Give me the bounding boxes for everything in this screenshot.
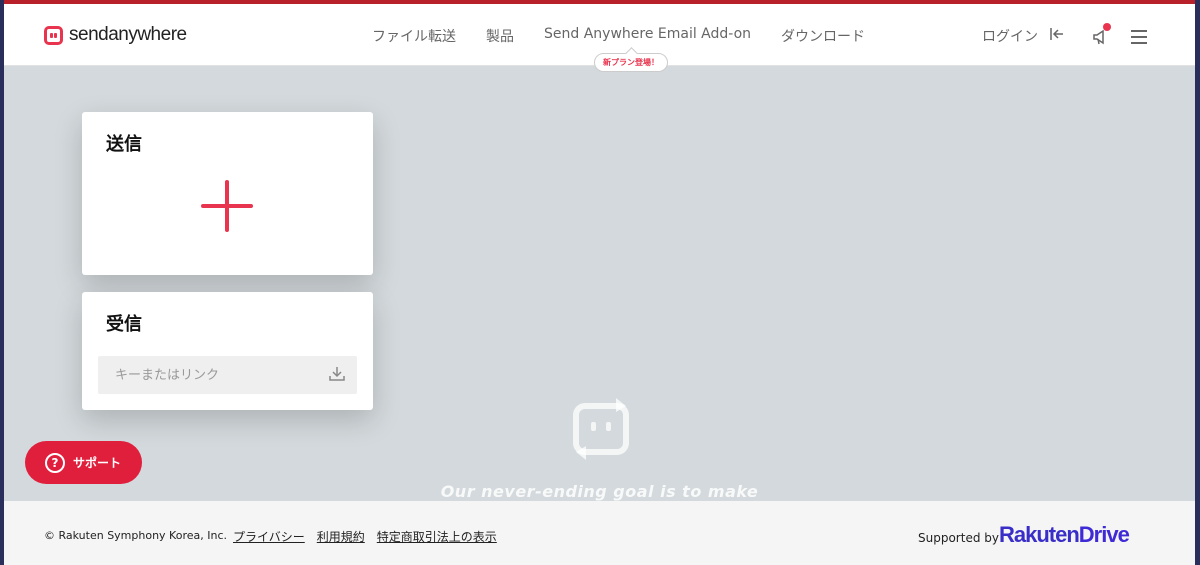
main-nav: ファイル転送 製品 Send Anywhere Email Add-on ダウン… <box>372 26 895 46</box>
brand-part2: Drive <box>1078 522 1130 547</box>
login-label: ログイン <box>982 29 1038 45</box>
receive-card: 受信 <box>82 292 373 410</box>
sendanywhere-logo[interactable]: sendanywhere <box>44 24 187 46</box>
receive-title: 受信 <box>106 314 142 335</box>
login-link[interactable]: ログイン <box>982 26 1064 46</box>
nav-item-products[interactable]: 製品 <box>486 26 514 46</box>
footer-links: プライバシー 利用規約 特定商取引法上の表示 <box>233 528 509 545</box>
nav-item-file-transfer[interactable]: ファイル転送 <box>372 26 456 46</box>
support-button[interactable]: ? サポート <box>25 441 142 484</box>
commercial-law-link[interactable]: 特定商取引法上の表示 <box>377 528 497 545</box>
logo-icon <box>44 25 63 45</box>
send-card[interactable]: 送信 <box>82 112 373 275</box>
login-arrow-icon <box>1050 27 1064 45</box>
hamburger-menu-icon[interactable] <box>1131 30 1147 44</box>
add-file-plus-icon[interactable] <box>201 180 253 232</box>
notification-dot <box>1103 23 1111 31</box>
help-icon: ? <box>45 452 65 473</box>
new-plan-badge[interactable]: 新プラン登場！ <box>594 53 668 72</box>
supported-by-label: Supported by <box>918 531 999 545</box>
nav-item-email-addon[interactable]: Send Anywhere Email Add-on <box>544 26 751 46</box>
send-title: 送信 <box>106 134 142 155</box>
download-icon[interactable] <box>328 365 346 383</box>
key-input[interactable] <box>98 356 357 394</box>
site-footer: © Rakuten Symphony Korea, Inc. プライバシー 利用… <box>4 501 1195 565</box>
privacy-link[interactable]: プライバシー <box>233 528 305 545</box>
tagline: Our never-ending goal is to make <box>440 482 759 501</box>
copyright-text: © Rakuten Symphony Korea, Inc. <box>44 529 227 542</box>
support-label: サポート <box>73 456 122 470</box>
brand-part1: Rakuten <box>999 522 1080 547</box>
nav-item-download[interactable]: ダウンロード <box>781 26 865 46</box>
app-window: sendanywhere ファイル転送 製品 Send Anywhere Ema… <box>4 0 1195 565</box>
sendanywhere-watermark-icon <box>572 396 630 462</box>
terms-link[interactable]: 利用規約 <box>317 528 365 545</box>
rakuten-drive-logo[interactable]: RakutenDrive <box>999 522 1130 548</box>
logo-text: sendanywhere <box>69 24 187 45</box>
